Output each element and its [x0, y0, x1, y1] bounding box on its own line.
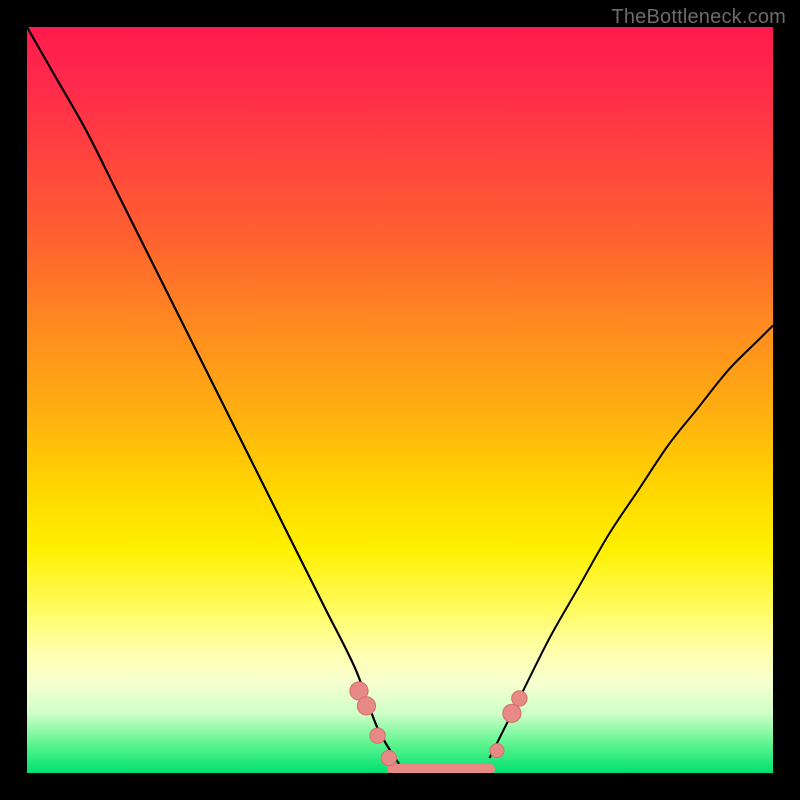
data-marker: [370, 728, 385, 743]
right-curve: [490, 325, 773, 758]
data-marker: [503, 704, 521, 722]
watermark-text: TheBottleneck.com: [611, 6, 786, 29]
left-curve: [27, 27, 400, 766]
chart-plot-area: [27, 27, 773, 773]
data-marker: [490, 744, 504, 758]
chart-svg: [27, 27, 773, 773]
data-marker: [357, 697, 375, 715]
data-marker: [512, 691, 527, 706]
data-marker: [381, 750, 396, 765]
